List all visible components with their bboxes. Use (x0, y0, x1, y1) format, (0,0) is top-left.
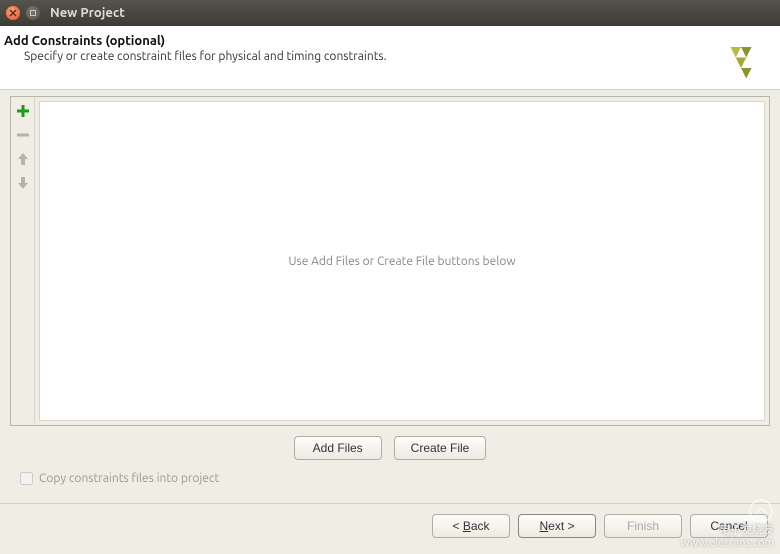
cancel-button[interactable]: Cancel (690, 514, 768, 538)
create-file-button[interactable]: Create File (394, 436, 487, 460)
file-list: Use Add Files or Create File buttons bel… (39, 101, 765, 421)
vivado-logo-icon (720, 40, 762, 82)
add-icon[interactable] (15, 103, 31, 119)
move-down-icon[interactable] (15, 175, 31, 191)
move-up-icon[interactable] (15, 151, 31, 167)
back-button[interactable]: < Back (432, 514, 510, 538)
finish-button[interactable]: Finish (604, 514, 682, 538)
header-panel: Add Constraints (optional) Specify or cr… (0, 26, 780, 90)
minimize-window-button[interactable] (26, 6, 40, 20)
copy-constraints-label: Copy constraints files into project (39, 472, 219, 485)
remove-icon[interactable] (15, 127, 31, 143)
window-title: New Project (50, 6, 125, 20)
header-text: Add Constraints (optional) Specify or cr… (4, 34, 387, 89)
titlebar: New Project (0, 0, 780, 26)
add-files-button[interactable]: Add Files (294, 436, 382, 460)
mid-buttons: Add Files Create File (10, 436, 770, 460)
side-toolbar (11, 97, 35, 425)
copy-constraints-row: Copy constraints files into project (10, 460, 770, 491)
next-button[interactable]: Next > (518, 514, 596, 538)
file-panel: Use Add Files or Create File buttons bel… (10, 96, 770, 426)
main-area: Use Add Files or Create File buttons bel… (0, 90, 780, 497)
page-title: Add Constraints (optional) (4, 34, 387, 48)
page-subtitle: Specify or create constraint files for p… (4, 50, 387, 63)
close-window-button[interactable] (6, 6, 20, 20)
file-list-placeholder: Use Add Files or Create File buttons bel… (288, 255, 515, 268)
window-controls (6, 6, 40, 20)
copy-constraints-checkbox[interactable] (20, 472, 33, 485)
footer: < Back Next > Finish Cancel (0, 504, 780, 548)
